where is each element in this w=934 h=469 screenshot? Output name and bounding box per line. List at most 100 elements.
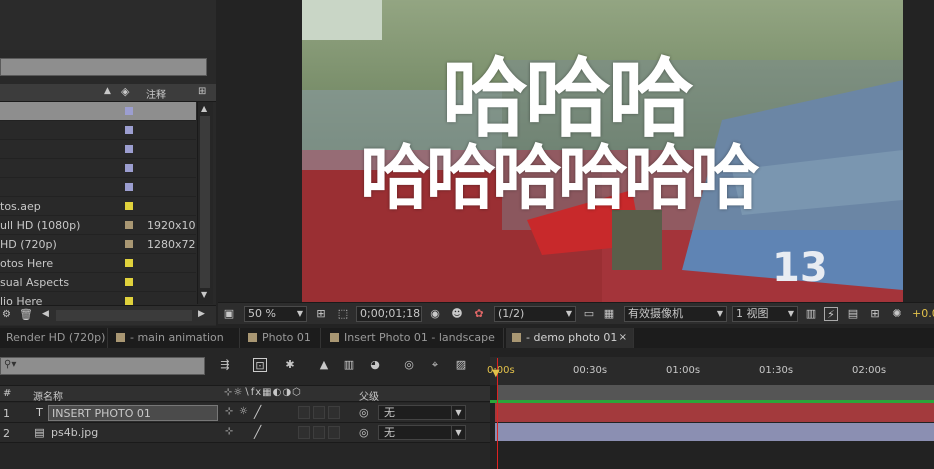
flowchart-icon[interactable]: ⊞ xyxy=(198,86,206,97)
label-color-swatch[interactable] xyxy=(125,126,133,134)
frame-blend-switch[interactable] xyxy=(313,426,325,439)
exposure-icon[interactable]: ✺ xyxy=(890,307,904,321)
camera-dropdown[interactable]: 有效摄像机 ▼ xyxy=(624,306,727,322)
auto-keyframe-icon[interactable]: ⌖ xyxy=(428,358,442,372)
label-color-swatch[interactable] xyxy=(125,183,133,191)
scroll-down-icon[interactable]: ▼ xyxy=(201,290,207,299)
flowchart-icon[interactable]: ⊞ xyxy=(868,307,882,321)
shy-switch-icon[interactable]: ⊹ xyxy=(225,406,233,417)
trash-icon[interactable]: 🗑 xyxy=(19,308,33,321)
project-item[interactable]: tos.aep xyxy=(0,197,196,216)
layer-name[interactable]: INSERT PHOTO 01 xyxy=(48,405,218,421)
close-icon[interactable]: × xyxy=(619,328,627,348)
label-tag-icon[interactable]: ◈ xyxy=(121,85,129,98)
transparency-grid-icon[interactable]: ⬚ xyxy=(336,307,350,321)
horizontal-scroll-thumb[interactable] xyxy=(56,310,192,321)
motion-blur-icon[interactable]: ▥ xyxy=(342,358,356,372)
project-item[interactable] xyxy=(0,178,196,197)
scroll-thumb[interactable] xyxy=(200,116,210,288)
project-item[interactable]: otos Here xyxy=(0,254,196,273)
effect-switch[interactable] xyxy=(298,426,310,439)
project-scrollbar[interactable]: ▲ ▼ xyxy=(197,102,213,304)
frame-blending-icon[interactable]: ▲ xyxy=(317,358,331,372)
pick-whip-icon[interactable]: ◎ xyxy=(359,426,369,439)
collapse-switch-icon[interactable]: ☼ xyxy=(239,406,248,417)
tab-insert-photo-landscape[interactable]: Insert Photo 01 - landscape xyxy=(324,328,504,348)
quality-switch-icon[interactable]: ╱ xyxy=(254,425,261,439)
label-color-swatch[interactable] xyxy=(125,240,133,248)
shy-switch-icon[interactable]: ⊹ xyxy=(225,426,233,437)
layer-name[interactable]: ps4b.jpg xyxy=(48,425,218,441)
pick-whip-icon[interactable]: ◎ xyxy=(359,406,369,419)
exposure-value[interactable]: +0.0 xyxy=(912,307,934,320)
project-item[interactable]: HD (720p) 1280x720 xyxy=(0,235,196,254)
label-color-swatch[interactable] xyxy=(125,278,133,286)
layer-row[interactable]: 1 T INSERT PHOTO 01 ⊹ ☼ ╱ ◎ 无 ▼ xyxy=(0,403,490,423)
effect-switch[interactable] xyxy=(298,406,310,419)
scroll-up-icon[interactable]: ▲ xyxy=(201,104,207,113)
motion-blur-switch[interactable] xyxy=(328,406,340,419)
draft-3d-icon[interactable]: ⊡ xyxy=(253,358,267,372)
chevron-down-icon: ▼ xyxy=(451,406,465,419)
project-item[interactable]: ull HD (1080p) 1920x1080 xyxy=(0,216,196,235)
resolution-dropdown[interactable]: (1/2) ▼ xyxy=(494,306,576,322)
tab-render-hd[interactable]: Render HD (720p) xyxy=(0,328,108,348)
project-item[interactable] xyxy=(0,159,196,178)
always-preview-icon[interactable]: ▣ xyxy=(222,307,236,321)
snapshot-icon[interactable]: ◉ xyxy=(428,307,442,321)
project-search-input[interactable] xyxy=(0,58,207,76)
label-color-swatch[interactable] xyxy=(125,145,133,153)
parent-dropdown[interactable]: 无 ▼ xyxy=(378,405,466,420)
layer-bar-insert-photo[interactable] xyxy=(495,403,934,422)
tab-main-animation[interactable]: - main animation xyxy=(110,328,240,348)
safe-margins-icon[interactable]: ⊞ xyxy=(314,307,328,321)
scroll-right-icon[interactable]: ▶ xyxy=(198,309,205,319)
frame-blend-switch[interactable] xyxy=(313,406,325,419)
project-item-name: sual Aspects xyxy=(0,276,70,289)
graph-icon[interactable]: ▨ xyxy=(454,358,468,372)
label-color-swatch[interactable] xyxy=(125,107,133,115)
views-value: 1 视图 xyxy=(736,307,769,320)
timecode-display[interactable]: 0;00;01;18 xyxy=(356,306,422,322)
region-of-interest-icon[interactable]: ▭ xyxy=(582,307,596,321)
tab-photo-01[interactable]: Photo 01 xyxy=(242,328,321,348)
quality-switch-icon[interactable]: ╱ xyxy=(254,405,261,419)
label-color-swatch[interactable] xyxy=(125,221,133,229)
label-color-swatch[interactable] xyxy=(125,164,133,172)
work-area-bar[interactable] xyxy=(497,385,934,401)
project-item[interactable] xyxy=(0,140,196,159)
graph-editor-icon[interactable]: ◕ xyxy=(368,358,382,372)
project-item[interactable]: sual Aspects xyxy=(0,273,196,292)
scroll-left-icon[interactable]: ◀ xyxy=(42,309,49,319)
ruler-label: 01:30s xyxy=(759,365,794,376)
fast-previews-icon[interactable]: ⚡ xyxy=(824,307,838,321)
time-ruler[interactable]: 0:00s 00:30s 01:00s 01:30s 02:00s xyxy=(487,357,934,385)
toggle-pixel-aspect-icon[interactable]: ▥ xyxy=(804,307,818,321)
label-color-swatch[interactable] xyxy=(125,259,133,267)
hide-shy-icon[interactable]: ✱ xyxy=(283,358,297,372)
motion-blur-switch[interactable] xyxy=(328,426,340,439)
show-snapshot-icon[interactable]: ☻ xyxy=(450,307,464,321)
brainstorm-icon[interactable]: ◎ xyxy=(402,358,416,372)
layer-row[interactable]: 2 ▤ ps4b.jpg ⊹ ╱ ◎ 无 ▼ xyxy=(0,423,490,443)
channel-icon[interactable]: ✿ xyxy=(472,307,486,321)
checkerboard-icon[interactable]: ▦ xyxy=(602,307,616,321)
project-item[interactable] xyxy=(0,102,196,121)
tab-demo-photo-01[interactable]: - demo photo 01 × xyxy=(506,328,634,348)
comp-mini-flowchart-icon[interactable]: ⇶ xyxy=(218,358,232,372)
layer-bar-ps4b[interactable] xyxy=(495,423,934,441)
zoom-value: 50 % xyxy=(248,307,276,320)
sort-ascending-icon[interactable]: ▲ xyxy=(104,86,111,96)
zoom-dropdown[interactable]: 50 % ▼ xyxy=(244,306,307,322)
column-source-name[interactable]: 源名称 xyxy=(33,388,63,403)
settings-icon[interactable]: ⚙ xyxy=(2,309,11,320)
timeline-icon[interactable]: ▤ xyxy=(846,307,860,321)
views-dropdown[interactable]: 1 视图 ▼ xyxy=(732,306,798,322)
project-item[interactable] xyxy=(0,121,196,140)
parent-dropdown[interactable]: 无 ▼ xyxy=(378,425,466,440)
timeline-search-input[interactable]: ⚲▾ xyxy=(0,357,205,375)
label-color-swatch[interactable] xyxy=(125,297,133,305)
composition-frame[interactable]: 哈哈哈 哈哈哈哈哈哈 13 xyxy=(302,0,903,302)
label-color-swatch[interactable] xyxy=(125,202,133,210)
playhead-handle-icon[interactable]: ▼ xyxy=(492,368,500,379)
